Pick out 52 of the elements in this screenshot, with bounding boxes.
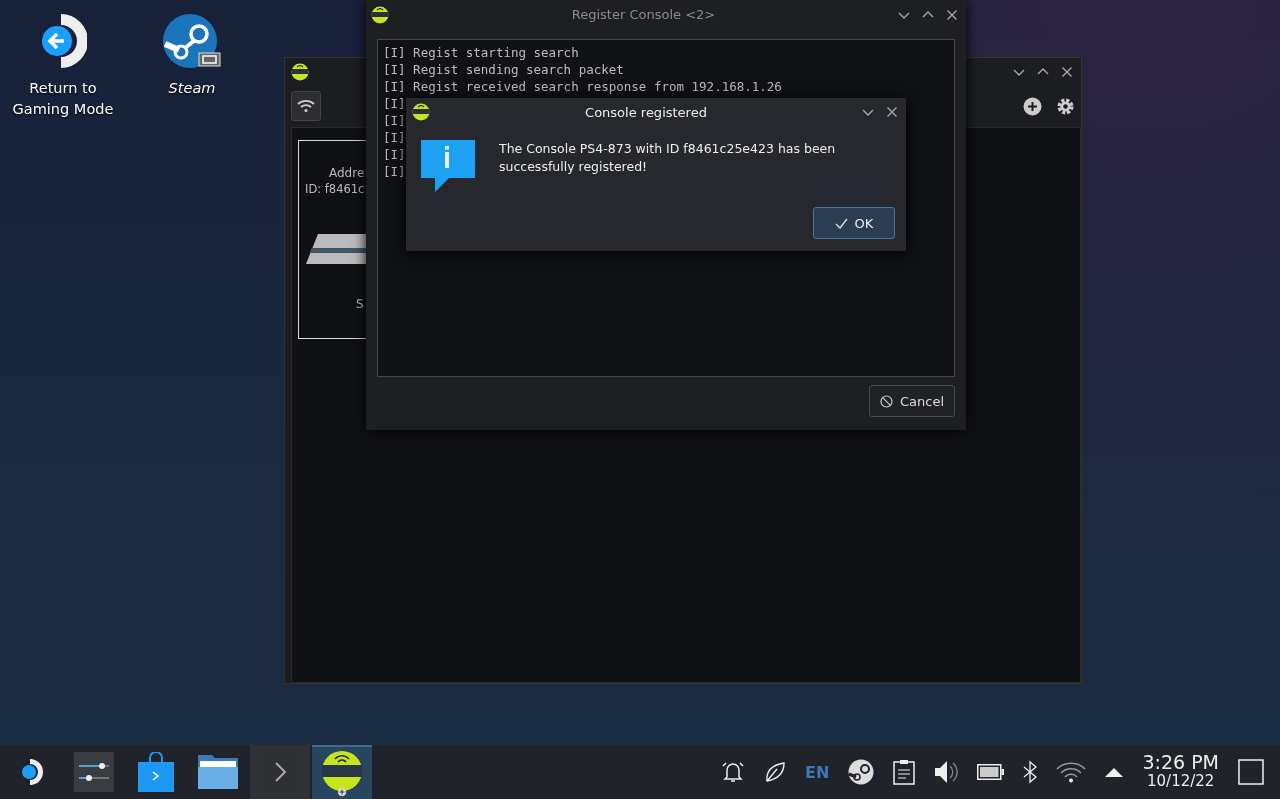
log-line: [I] — [383, 163, 406, 180]
leaf-icon[interactable] — [764, 761, 787, 783]
close-icon[interactable] — [946, 8, 958, 21]
clock[interactable]: 3:26 PM 10/12/22 — [1142, 753, 1219, 791]
log-line: [I] Regist sending search packet — [383, 61, 624, 78]
log-line: [I] — [383, 129, 406, 146]
cancel-icon — [879, 394, 893, 408]
clipboard-icon[interactable] — [893, 759, 916, 785]
bluetooth-icon[interactable] — [1023, 760, 1038, 784]
ok-button[interactable]: OK — [813, 207, 895, 239]
log-line: [I] — [383, 95, 406, 112]
desktop-icon-label[interactable]: Return to Gaming Mode — [3, 78, 123, 120]
close-icon[interactable] — [886, 106, 898, 118]
half-ring-icon[interactable] — [21, 759, 43, 785]
battery-icon[interactable] — [977, 764, 1005, 780]
cancel-button[interactable]: Cancel — [868, 385, 955, 417]
date-text: 10/12/22 — [1147, 772, 1215, 791]
log-line: [I] Regist starting search — [383, 44, 579, 61]
folder-icon[interactable] — [198, 755, 238, 789]
log-line: [I] Regist received search response from 192.168.1.26 — [383, 78, 782, 95]
wifi-icon[interactable] — [1056, 761, 1087, 783]
app-logo-icon[interactable] — [320, 749, 364, 797]
volume-icon[interactable] — [934, 759, 959, 785]
checkmark-icon — [834, 217, 848, 229]
state-text: S — [356, 297, 364, 311]
wifi-button[interactable] — [291, 91, 321, 121]
app-logo-icon — [291, 62, 309, 81]
log-line: [I] — [383, 112, 406, 129]
back-arrow-icon — [39, 14, 87, 68]
notification-bell-icon[interactable] — [721, 760, 746, 784]
app-logo-icon — [371, 5, 389, 24]
expand-arrow-icon[interactable] — [1105, 767, 1124, 777]
log-line: [I] — [383, 146, 406, 163]
add-icon[interactable] — [1023, 96, 1042, 116]
sliders-icon[interactable] — [74, 752, 114, 792]
dialog-message: The Console PS4-873 with ID f8461c25e423 has been successfully registered! — [499, 140, 837, 176]
shopping-bag-icon[interactable] — [138, 752, 174, 792]
desktop-icon-label[interactable]: Steam — [168, 78, 216, 99]
console-id-text: ID: f8461c — [305, 182, 365, 196]
window-title: Register Console <2> — [570, 7, 717, 22]
dialog-title: Console registered — [584, 104, 708, 120]
console-image-icon — [306, 234, 367, 264]
address-text: Addre — [329, 166, 365, 180]
time-text: 3:26 PM — [1142, 753, 1219, 772]
settings-icon[interactable] — [1056, 96, 1075, 116]
show-desktop-icon[interactable] — [1238, 759, 1264, 785]
steam-logo-icon — [163, 14, 221, 68]
info-icon — [421, 140, 475, 194]
wifi-icon — [297, 99, 315, 113]
steam-logo-icon[interactable] — [848, 759, 875, 785]
close-icon[interactable] — [1061, 65, 1073, 78]
app-logo-icon — [412, 103, 430, 121]
